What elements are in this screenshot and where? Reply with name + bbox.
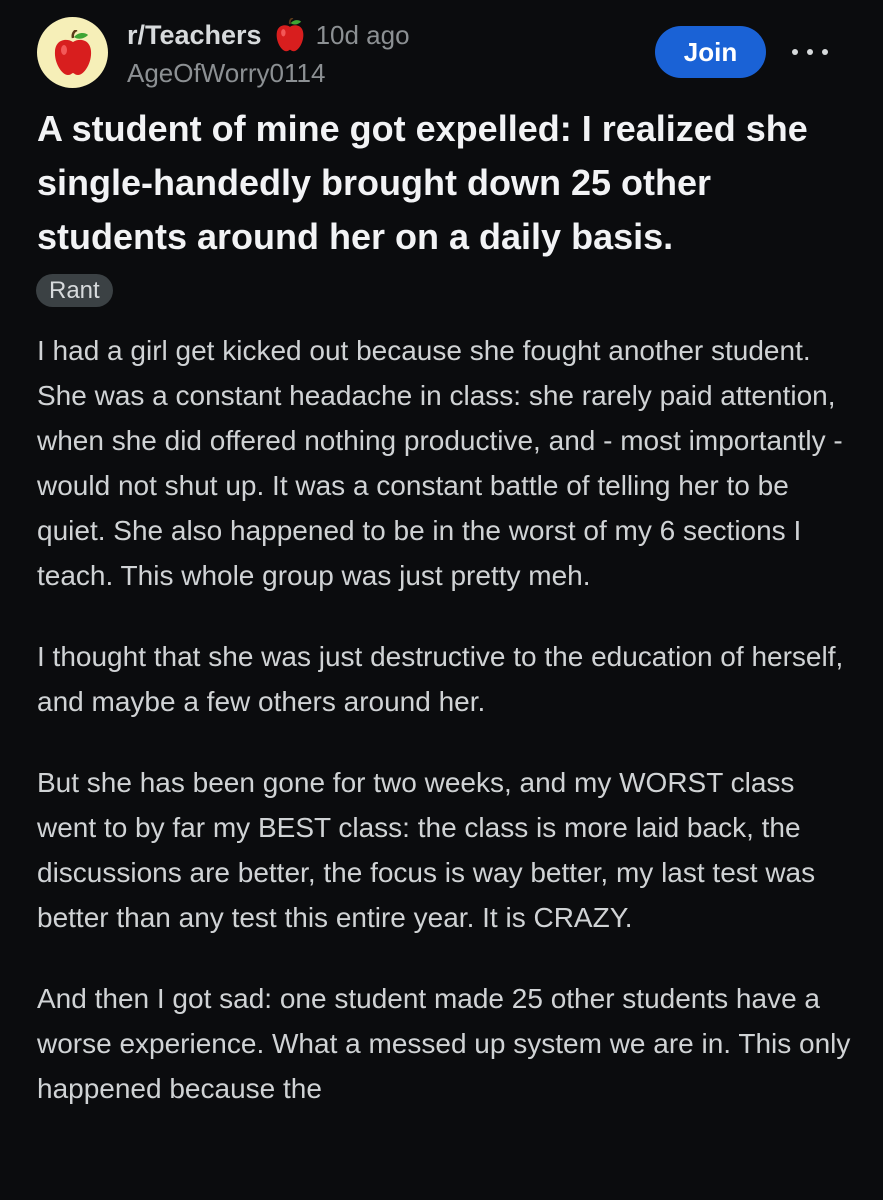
body-paragraph: But she has been gone for two weeks, and… bbox=[37, 767, 816, 933]
post-meta: r/Teachers 10d ago bbox=[127, 17, 410, 53]
flair-badge[interactable]: Rant bbox=[36, 274, 113, 307]
subreddit-avatar[interactable] bbox=[37, 17, 108, 88]
more-options-icon[interactable] bbox=[792, 42, 828, 62]
body-paragraph: I had a girl get kicked out because she … bbox=[37, 335, 843, 591]
subreddit-name[interactable]: r/Teachers bbox=[127, 20, 262, 51]
dot bbox=[792, 49, 798, 55]
post-timestamp: 10d ago bbox=[315, 19, 410, 50]
apple-icon bbox=[54, 29, 91, 75]
author-username[interactable]: AgeOfWorry0114 bbox=[127, 58, 325, 89]
post-title[interactable]: A student of mine got expelled: I realiz… bbox=[37, 102, 857, 264]
body-paragraph: I thought that she was just destructive … bbox=[37, 641, 844, 717]
dot bbox=[822, 49, 828, 55]
body-paragraph: And then I got sad: one student made 25 … bbox=[37, 983, 851, 1104]
post-header: r/Teachers 10d ago AgeOfWorry0114 Join bbox=[0, 0, 883, 100]
dot bbox=[807, 49, 813, 55]
apple-icon bbox=[274, 18, 306, 52]
post-body: I had a girl get kicked out because she … bbox=[37, 328, 857, 1147]
join-button[interactable]: Join bbox=[655, 26, 766, 78]
